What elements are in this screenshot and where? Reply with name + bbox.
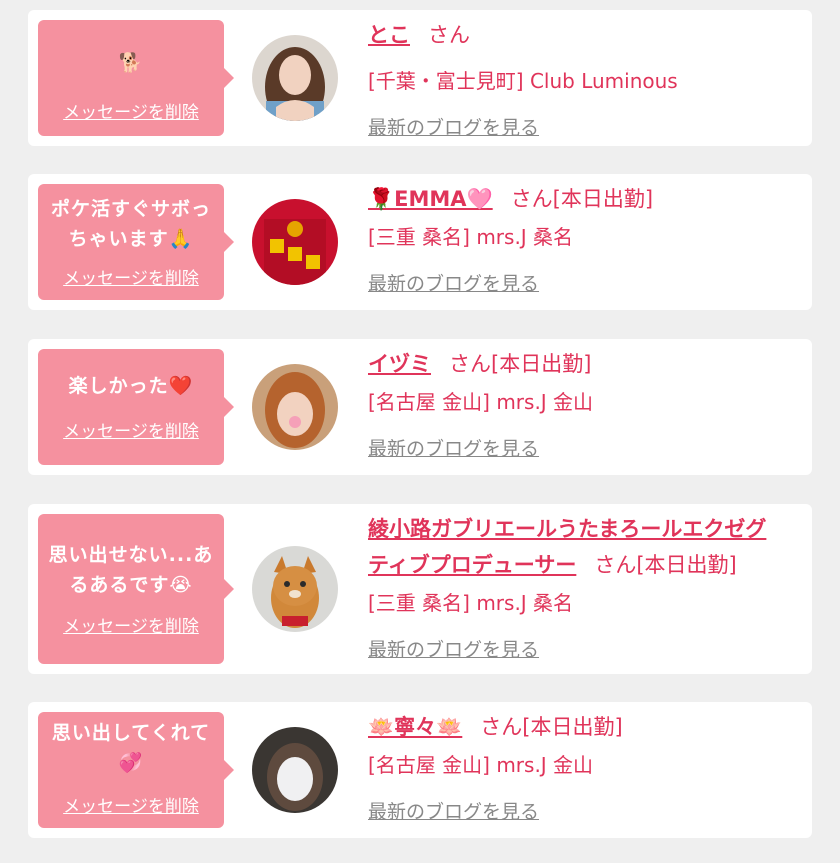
avatar[interactable] bbox=[252, 546, 338, 632]
delete-message-link[interactable]: メッセージを削除 bbox=[38, 264, 224, 289]
message-card: 🐕 メッセージを削除 とこ さん [千葉・富士見町] Club Luminous … bbox=[28, 10, 812, 146]
message-bubble: 思い出せない...あ るあるです😭 メッセージを削除 bbox=[38, 514, 234, 664]
latest-blog-link[interactable]: 最新のブログを見る bbox=[368, 798, 539, 826]
cast-name-link[interactable]: ティブプロデューサー bbox=[368, 553, 576, 577]
message-text: 思い出せない...あ るあるです😭 bbox=[48, 544, 214, 596]
message-text: ポケ活すぐサボっ ちゃいます🙏 bbox=[50, 198, 211, 250]
latest-blog-link[interactable]: 最新のブログを見る bbox=[368, 636, 539, 664]
message-bubble: 🐕 メッセージを削除 bbox=[38, 20, 234, 136]
shop-label: [三重 桑名] mrs.J 桑名 bbox=[368, 225, 574, 249]
cast-suffix: さん[本日出勤] bbox=[480, 715, 623, 739]
cast-suffix: さん[本日出勤] bbox=[510, 187, 654, 211]
shop-label: [千葉・富士見町] Club Luminous bbox=[368, 69, 678, 93]
message-text: 思い出してくれて 💞 bbox=[51, 722, 211, 774]
message-bubble: ポケ活すぐサボっ ちゃいます🙏 メッセージを削除 bbox=[38, 184, 234, 300]
message-card: 思い出してくれて 💞 メッセージを削除 🪷寧々🪷 さん[本日出勤] [名古屋 金山… bbox=[28, 702, 812, 838]
message-card: 楽しかった❤️ メッセージを削除 イヅミ さん[本日出勤] [名古屋 金山] mr… bbox=[28, 339, 812, 475]
avatar[interactable] bbox=[252, 364, 338, 450]
avatar[interactable] bbox=[252, 727, 338, 813]
avatar[interactable] bbox=[252, 35, 338, 121]
cast-suffix: さん bbox=[428, 23, 470, 47]
shop-label: [名古屋 金山] mrs.J 金山 bbox=[368, 390, 594, 414]
message-text: 楽しかった❤️ bbox=[68, 375, 194, 397]
cast-name-link[interactable]: 🌹EMMA🩷 bbox=[368, 187, 493, 211]
delete-message-link[interactable]: メッセージを削除 bbox=[38, 98, 224, 123]
cast-name-link[interactable]: とこ bbox=[368, 23, 410, 47]
cast-name-link[interactable]: 綾小路ガブリエールうたまろールエクゼグ bbox=[368, 517, 766, 541]
delete-message-link[interactable]: メッセージを削除 bbox=[38, 417, 224, 442]
cast-suffix: さん[本日出勤] bbox=[594, 553, 737, 577]
latest-blog-link[interactable]: 最新のブログを見る bbox=[368, 270, 539, 298]
shop-label: [三重 桑名] mrs.J 桑名 bbox=[368, 591, 574, 615]
message-text: 🐕 bbox=[118, 52, 144, 74]
message-card: ポケ活すぐサボっ ちゃいます🙏 メッセージを削除 🌹EMMA🩷 さん[本日出勤] … bbox=[28, 174, 812, 310]
shop-label: [名古屋 金山] mrs.J 金山 bbox=[368, 753, 594, 777]
message-bubble: 楽しかった❤️ メッセージを削除 bbox=[38, 349, 234, 465]
latest-blog-link[interactable]: 最新のブログを見る bbox=[368, 114, 539, 142]
cast-name-link[interactable]: イヅミ bbox=[368, 352, 431, 376]
avatar[interactable] bbox=[252, 199, 338, 285]
cast-name-link[interactable]: 🪷寧々🪷 bbox=[368, 715, 462, 739]
cast-suffix: さん[本日出勤] bbox=[449, 352, 592, 376]
latest-blog-link[interactable]: 最新のブログを見る bbox=[368, 435, 539, 463]
delete-message-link[interactable]: メッセージを削除 bbox=[38, 612, 224, 637]
delete-message-link[interactable]: メッセージを削除 bbox=[38, 792, 224, 817]
message-card: 思い出せない...あ るあるです😭 メッセージを削除 綾小路ガブリエールうたまろ… bbox=[28, 504, 812, 674]
message-bubble: 思い出してくれて 💞 メッセージを削除 bbox=[38, 712, 234, 828]
